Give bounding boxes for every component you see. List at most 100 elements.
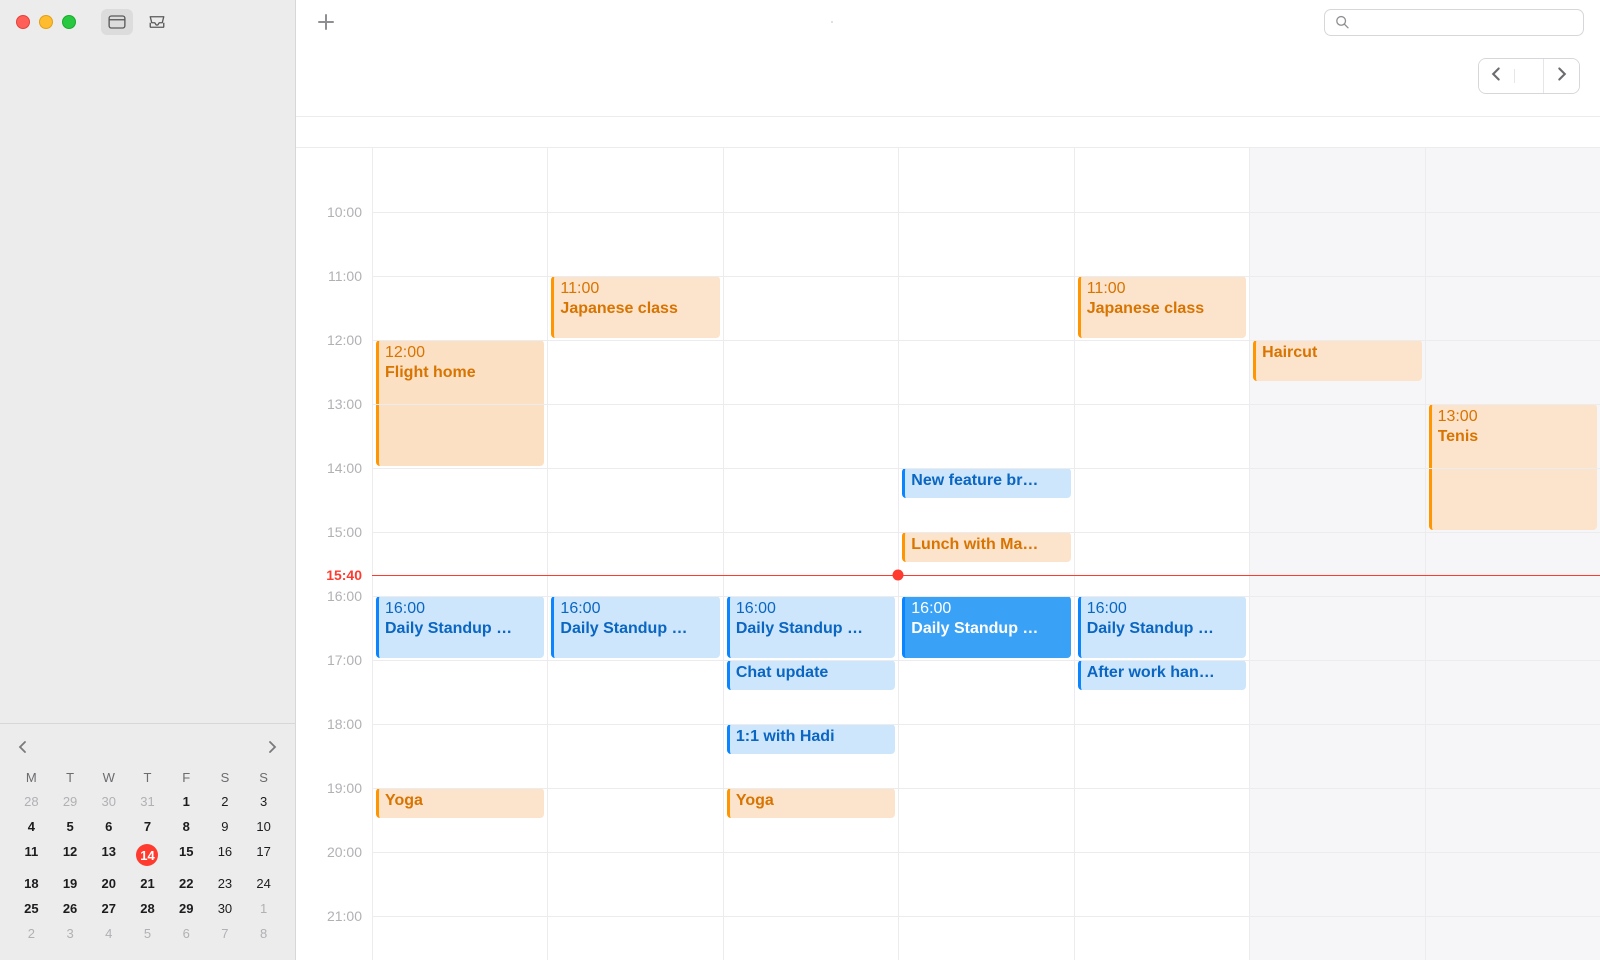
mini-day-cell[interactable]: 1 [244,898,283,919]
view-segment [831,21,833,23]
mini-day-cell[interactable]: 15 [167,841,206,869]
mini-day-cell[interactable]: 27 [89,898,128,919]
prev-week-button[interactable] [1479,59,1514,93]
mini-day-cell[interactable]: 6 [167,923,206,944]
mini-day-cell[interactable]: 9 [206,816,245,837]
time-gutter: 10:0011:0012:0013:0014:0015:0016:0017:00… [296,148,372,960]
mini-day-cell[interactable]: 12 [51,841,90,869]
calendar-event[interactable]: 11:00Japanese class [1078,276,1246,338]
day-column[interactable]: New feature br… Lunch with Ma… 16:00Daily … [898,148,1073,960]
calendar-event[interactable]: 13:00Tenis [1429,404,1597,530]
mini-day-cell[interactable]: 23 [206,873,245,894]
calendar-event[interactable]: 12:00Flight home [376,340,544,466]
mini-day-cell[interactable]: 22 [167,873,206,894]
close-window-button[interactable] [16,15,30,29]
mini-day-cell[interactable]: 24 [244,873,283,894]
day-column[interactable]: 13:00Tenis [1425,148,1600,960]
calendar-event[interactable]: 16:00Daily Standup … [551,596,719,658]
mini-day-cell[interactable]: 30 [206,898,245,919]
add-event-button[interactable] [312,8,340,36]
mini-day-cell[interactable]: 10 [244,816,283,837]
mini-day-cell[interactable]: 21 [128,873,167,894]
calendar-event[interactable]: 16:00Daily Standup … [902,596,1070,658]
mini-day-cell[interactable]: 13 [89,841,128,869]
mini-day-cell[interactable]: 11 [12,841,51,869]
mini-calendar: MTWTFSS282930311234567891011121314151617… [0,723,295,960]
mini-day-cell[interactable]: 19 [51,873,90,894]
day-column[interactable]: 12:00Flight home 16:00Daily Standup … Yoga [372,148,547,960]
hour-label: 18:00 [327,716,362,732]
tray-icon [148,14,166,30]
day-column[interactable]: Haircut [1249,148,1424,960]
search-field[interactable] [1324,9,1584,36]
next-week-button[interactable] [1543,59,1579,93]
mini-day-cell[interactable]: 17 [244,841,283,869]
mini-day-cell[interactable]: 4 [89,923,128,944]
hour-label: 17:00 [327,652,362,668]
mini-next-button[interactable] [263,738,281,760]
mini-day-cell[interactable]: 20 [89,873,128,894]
mini-day-cell[interactable]: 26 [51,898,90,919]
calendar-event[interactable]: 16:00Daily Standup … [727,596,895,658]
calendar-event[interactable]: 11:00Japanese class [551,276,719,338]
calendar-event[interactable]: After work han… [1078,660,1246,690]
mini-day-cell[interactable]: 14 [128,841,167,869]
calendar-event[interactable]: 16:00Daily Standup … [376,596,544,658]
mini-day-cell[interactable]: 25 [12,898,51,919]
mini-day-cell[interactable]: 8 [167,816,206,837]
chevron-left-icon [1491,67,1502,81]
mini-day-cell[interactable]: 4 [12,816,51,837]
chevron-right-icon [1556,67,1567,81]
main-area: 10:0011:0012:0013:0014:0015:0016:0017:00… [296,0,1600,960]
mini-day-cell[interactable]: 2 [12,923,51,944]
mini-day-cell[interactable]: 3 [51,923,90,944]
mini-day-cell[interactable]: 5 [51,816,90,837]
mini-day-cell[interactable]: 30 [89,791,128,812]
mini-day-cell[interactable]: 8 [244,923,283,944]
mini-day-head: M [12,770,51,787]
day-column[interactable]: 16:00Daily Standup …Chat update 1:1 with … [723,148,898,960]
mini-day-head: W [89,770,128,787]
inbox-button[interactable] [141,9,173,35]
mini-prev-button[interactable] [14,738,32,760]
hour-label: 14:00 [327,460,362,476]
fullscreen-window-button[interactable] [62,15,76,29]
mini-day-cell[interactable]: 28 [128,898,167,919]
calendar-event[interactable]: Yoga [376,788,544,818]
today-button[interactable] [1514,69,1543,83]
mini-day-cell[interactable]: 16 [206,841,245,869]
mini-day-cell[interactable]: 28 [12,791,51,812]
calendar-event[interactable]: Lunch with Ma… [902,532,1070,562]
mini-day-cell[interactable]: 3 [244,791,283,812]
window-titlebar [0,0,295,44]
mini-day-cell[interactable]: 7 [128,816,167,837]
day-column[interactable]: 11:00Japanese class 16:00Daily Standup … [547,148,722,960]
mini-day-cell[interactable]: 29 [51,791,90,812]
mini-day-head: F [167,770,206,787]
mini-day-cell[interactable]: 31 [128,791,167,812]
calendar-event[interactable]: New feature br… [902,468,1070,498]
calendar-event[interactable]: Haircut [1253,340,1421,381]
calendar-icon [108,14,126,30]
minimize-window-button[interactable] [39,15,53,29]
search-input[interactable] [1357,14,1573,31]
mini-day-cell[interactable]: 1 [167,791,206,812]
calendar-event[interactable]: 1:1 with Hadi [727,724,895,754]
hour-label: 16:00 [327,588,362,604]
mini-day-cell[interactable]: 6 [89,816,128,837]
mini-day-cell[interactable]: 2 [206,791,245,812]
calendars-toggle-button[interactable] [101,9,133,35]
mini-day-cell[interactable]: 5 [128,923,167,944]
mini-day-cell[interactable]: 18 [12,873,51,894]
mini-day-cell[interactable]: 29 [167,898,206,919]
calendar-event[interactable]: Chat update [727,660,895,690]
mini-day-cell[interactable]: 7 [206,923,245,944]
day-column[interactable]: 11:00Japanese class 16:00Daily Standup …A… [1074,148,1249,960]
mini-day-head: T [128,770,167,787]
chevron-left-icon [18,741,28,753]
hour-label: 15:00 [327,524,362,540]
calendar-event[interactable]: Yoga [727,788,895,818]
hour-label: 19:00 [327,780,362,796]
calendar-event[interactable]: 16:00Daily Standup … [1078,596,1246,658]
mini-day-head: S [244,770,283,787]
